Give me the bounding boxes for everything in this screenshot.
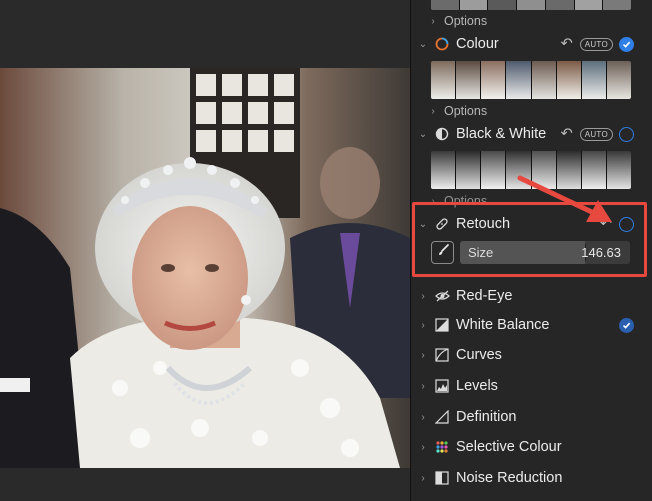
chevron-right-icon: › — [421, 472, 425, 484]
eye-icon — [434, 288, 450, 304]
enable-toggle[interactable] — [619, 126, 634, 142]
chevron-right-icon: › — [421, 441, 425, 453]
half-circle-icon — [434, 126, 450, 142]
enabled-checkmark-icon[interactable] — [619, 317, 634, 333]
section-label: Red-Eye — [456, 288, 513, 304]
levels-icon — [434, 378, 450, 394]
chevron-right-icon: › — [421, 349, 425, 361]
top-options-row[interactable]: › Options — [410, 13, 487, 29]
black-white-label: Black & White — [456, 126, 547, 142]
section-label: Selective Colour — [456, 439, 562, 455]
section-label: Noise Reduction — [456, 470, 563, 486]
chevron-right-icon: › — [421, 411, 425, 423]
auto-button[interactable]: AUTO — [579, 127, 613, 141]
undo-icon[interactable]: ↶ — [560, 126, 574, 142]
chevron-right-icon: › — [421, 290, 425, 302]
section-label: Levels — [456, 378, 498, 394]
colour-preset-strip[interactable] — [431, 61, 631, 99]
highlight-box — [412, 202, 647, 277]
colour-circle-icon — [434, 36, 450, 52]
chevron-down-icon: ⌄ — [418, 38, 428, 50]
photo-canvas-area — [0, 0, 410, 501]
chevron-right-icon: › — [421, 380, 425, 392]
colour-label: Colour — [456, 36, 499, 52]
definition-icon — [434, 409, 450, 425]
chevron-down-icon: ⌄ — [418, 128, 428, 140]
selective-colour-icon — [434, 439, 450, 455]
chevron-right-icon: › — [421, 319, 425, 331]
definition-section-header[interactable]: › Definition — [410, 405, 642, 429]
black-white-preset-strip[interactable] — [431, 151, 631, 189]
curves-section-header[interactable]: › Curves — [410, 343, 642, 367]
black-white-section-header[interactable]: ⌄ Black & White ↶ AUTO — [410, 122, 642, 146]
undo-icon[interactable]: ↶ — [560, 36, 574, 52]
colour-section-header[interactable]: ⌄ Colour ↶ AUTO — [410, 32, 642, 56]
chevron-right-icon: › — [431, 105, 435, 117]
options-label: Options — [444, 14, 488, 28]
red-eye-section-header[interactable]: › Red-Eye — [410, 284, 642, 308]
chevron-right-icon: › — [431, 15, 435, 27]
section-label: White Balance — [456, 317, 550, 333]
noise-reduction-section-header[interactable]: › Noise Reduction — [410, 466, 642, 490]
section-label: Definition — [456, 409, 517, 425]
enabled-checkmark-icon[interactable] — [619, 36, 634, 52]
top-preset-strip[interactable] — [431, 0, 631, 10]
selective-colour-section-header[interactable]: › Selective Colour — [410, 435, 642, 459]
levels-section-header[interactable]: › Levels — [410, 374, 642, 398]
photo-image[interactable] — [0, 68, 410, 468]
noise-reduction-icon — [434, 470, 450, 486]
colour-options-row[interactable]: › Options — [410, 103, 487, 119]
white-balance-section-header[interactable]: › White Balance — [410, 313, 642, 337]
section-label: Curves — [456, 347, 502, 363]
options-label: Options — [444, 104, 488, 118]
white-balance-icon — [434, 317, 450, 333]
auto-button[interactable]: AUTO — [579, 37, 613, 51]
curves-icon — [434, 347, 450, 363]
